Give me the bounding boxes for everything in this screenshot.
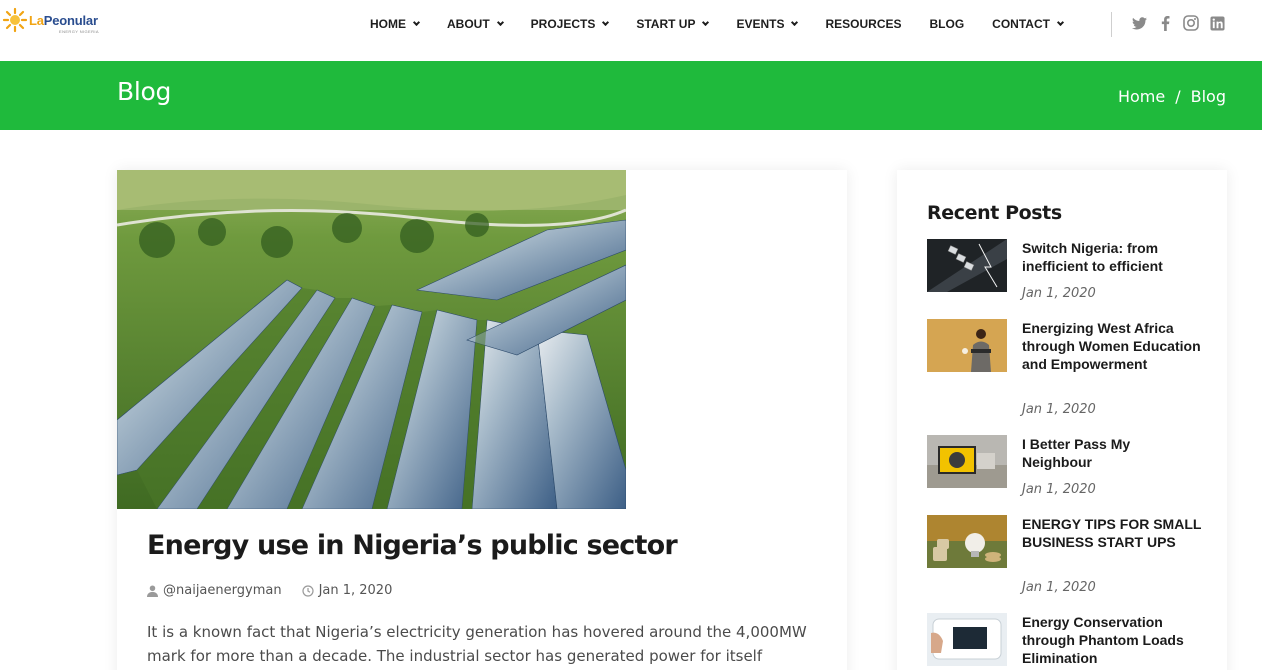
recent-post-thumbnail[interactable] bbox=[927, 319, 1007, 372]
breadcrumb-current: Blog bbox=[1190, 87, 1226, 106]
nav-label: EVENTS bbox=[736, 17, 785, 31]
recent-post-title[interactable]: Energizing West Africa through Women Edu… bbox=[1022, 319, 1202, 373]
page-title: Blog bbox=[117, 77, 172, 106]
post-date-text: Jan 1, 2020 bbox=[318, 583, 393, 598]
nav-label: PROJECTS bbox=[530, 17, 596, 31]
recent-post-thumbnail[interactable] bbox=[927, 435, 1007, 488]
nav-item-home[interactable]: HOME bbox=[370, 16, 421, 32]
twitter-icon[interactable] bbox=[1131, 15, 1147, 31]
recent-post-item[interactable]: Energy Conservation through Phantom Load… bbox=[927, 613, 1207, 670]
recent-post-date: Jan 1, 2020 bbox=[1022, 286, 1096, 301]
recent-post-date: Jan 1, 2020 bbox=[1022, 580, 1096, 595]
save-meter-image bbox=[927, 613, 1007, 666]
breadcrumb-home-link[interactable]: Home bbox=[1118, 87, 1165, 106]
chevron-down-icon bbox=[791, 18, 799, 26]
recent-post-item[interactable]: Switch Nigeria: from inefficient to effi… bbox=[927, 239, 1207, 309]
logo-tagline: ENERGY NIGERIA bbox=[59, 29, 99, 34]
chevron-down-icon bbox=[496, 18, 504, 26]
recent-post-title[interactable]: ENERGY TIPS FOR SMALL BUSINESS START UPS bbox=[1022, 515, 1202, 551]
nav-item-start-up[interactable]: START UP bbox=[636, 16, 710, 32]
recent-post-thumbnail[interactable] bbox=[927, 613, 1007, 666]
lightbulb-coins-image bbox=[927, 515, 1007, 568]
chevron-down-icon bbox=[1056, 18, 1064, 26]
woman-portrait-image bbox=[927, 319, 1007, 372]
site-header: LaPeonular ENERGY NIGERIA HOME ABOUT PRO… bbox=[0, 0, 1262, 61]
breadcrumb-separator: / bbox=[1175, 87, 1181, 106]
nav-item-projects[interactable]: PROJECTS bbox=[530, 16, 610, 32]
logo-wordmark-prefix: La bbox=[29, 13, 44, 28]
sidebar-title: Recent Posts bbox=[927, 202, 1062, 224]
nav-item-contact[interactable]: CONTACT bbox=[992, 16, 1064, 32]
post-author-name: @naijaenergyman bbox=[163, 583, 282, 598]
sun-logo-icon bbox=[2, 7, 28, 33]
recent-post-item[interactable]: ENERGY TIPS FOR SMALL BUSINESS START UPS… bbox=[927, 515, 1207, 603]
nav-label: START UP bbox=[636, 17, 696, 31]
main-nav: HOME ABOUT PROJECTS START UP EVENTS RESO… bbox=[370, 16, 1091, 32]
post-meta: @naijaenergyman Jan 1, 2020 bbox=[147, 583, 412, 598]
generator-image bbox=[927, 435, 1007, 488]
nav-label: ABOUT bbox=[447, 17, 490, 31]
post-author[interactable]: @naijaenergyman bbox=[147, 583, 282, 598]
nav-divider bbox=[1111, 12, 1112, 37]
nav-label: RESOURCES bbox=[825, 17, 902, 31]
logo-wordmark-rest: Peonular bbox=[43, 13, 98, 28]
recent-post-title[interactable]: I Better Pass My Neighbour bbox=[1022, 435, 1202, 471]
recent-post-title[interactable]: Energy Conservation through Phantom Load… bbox=[1022, 613, 1202, 667]
nav-label: HOME bbox=[370, 17, 406, 31]
nav-label: CONTACT bbox=[992, 17, 1050, 31]
instagram-icon[interactable] bbox=[1183, 15, 1199, 31]
blog-post-card: Energy use in Nigeria’s public sector @n… bbox=[117, 170, 847, 670]
nav-item-about[interactable]: ABOUT bbox=[447, 16, 504, 32]
social-links bbox=[1131, 15, 1235, 31]
sidebar-recent-posts: Recent Posts Switch Nigeria: from ineffi… bbox=[897, 170, 1227, 670]
chevron-down-icon bbox=[602, 18, 610, 26]
recent-post-title[interactable]: Switch Nigeria: from inefficient to effi… bbox=[1022, 239, 1202, 275]
site-logo[interactable]: LaPeonular ENERGY NIGERIA bbox=[2, 6, 112, 36]
chevron-down-icon bbox=[702, 18, 710, 26]
nav-item-events[interactable]: EVENTS bbox=[736, 16, 799, 32]
clock-icon bbox=[301, 584, 314, 597]
post-date: Jan 1, 2020 bbox=[301, 583, 393, 598]
solar-farm-image bbox=[117, 170, 626, 509]
facebook-icon[interactable] bbox=[1157, 15, 1173, 31]
logo-wordmark: LaPeonular bbox=[29, 13, 98, 28]
light-switch-image bbox=[927, 239, 1007, 292]
post-featured-image[interactable] bbox=[117, 170, 626, 509]
breadcrumb: Home / Blog bbox=[1118, 87, 1226, 106]
post-excerpt: It is a known fact that Nigeria’s electr… bbox=[147, 623, 807, 665]
nav-item-blog[interactable]: BLOG bbox=[930, 16, 965, 32]
nav-item-resources[interactable]: RESOURCES bbox=[825, 16, 901, 32]
recent-post-thumbnail[interactable] bbox=[927, 515, 1007, 568]
page-banner: Blog Home / Blog bbox=[0, 61, 1262, 130]
post-title-link[interactable]: Energy use in Nigeria’s public sector bbox=[147, 530, 678, 561]
recent-post-item[interactable]: Energizing West Africa through Women Edu… bbox=[927, 319, 1207, 423]
recent-post-thumbnail[interactable] bbox=[927, 239, 1007, 292]
recent-post-date: Jan 1, 2020 bbox=[1022, 402, 1096, 417]
recent-post-date: Jan 1, 2020 bbox=[1022, 482, 1096, 497]
recent-post-item[interactable]: I Better Pass My Neighbour Jan 1, 2020 bbox=[927, 435, 1207, 505]
linkedin-icon[interactable] bbox=[1209, 15, 1225, 31]
chevron-down-icon bbox=[412, 18, 421, 26]
nav-label: BLOG bbox=[929, 17, 965, 31]
user-icon bbox=[147, 585, 158, 597]
